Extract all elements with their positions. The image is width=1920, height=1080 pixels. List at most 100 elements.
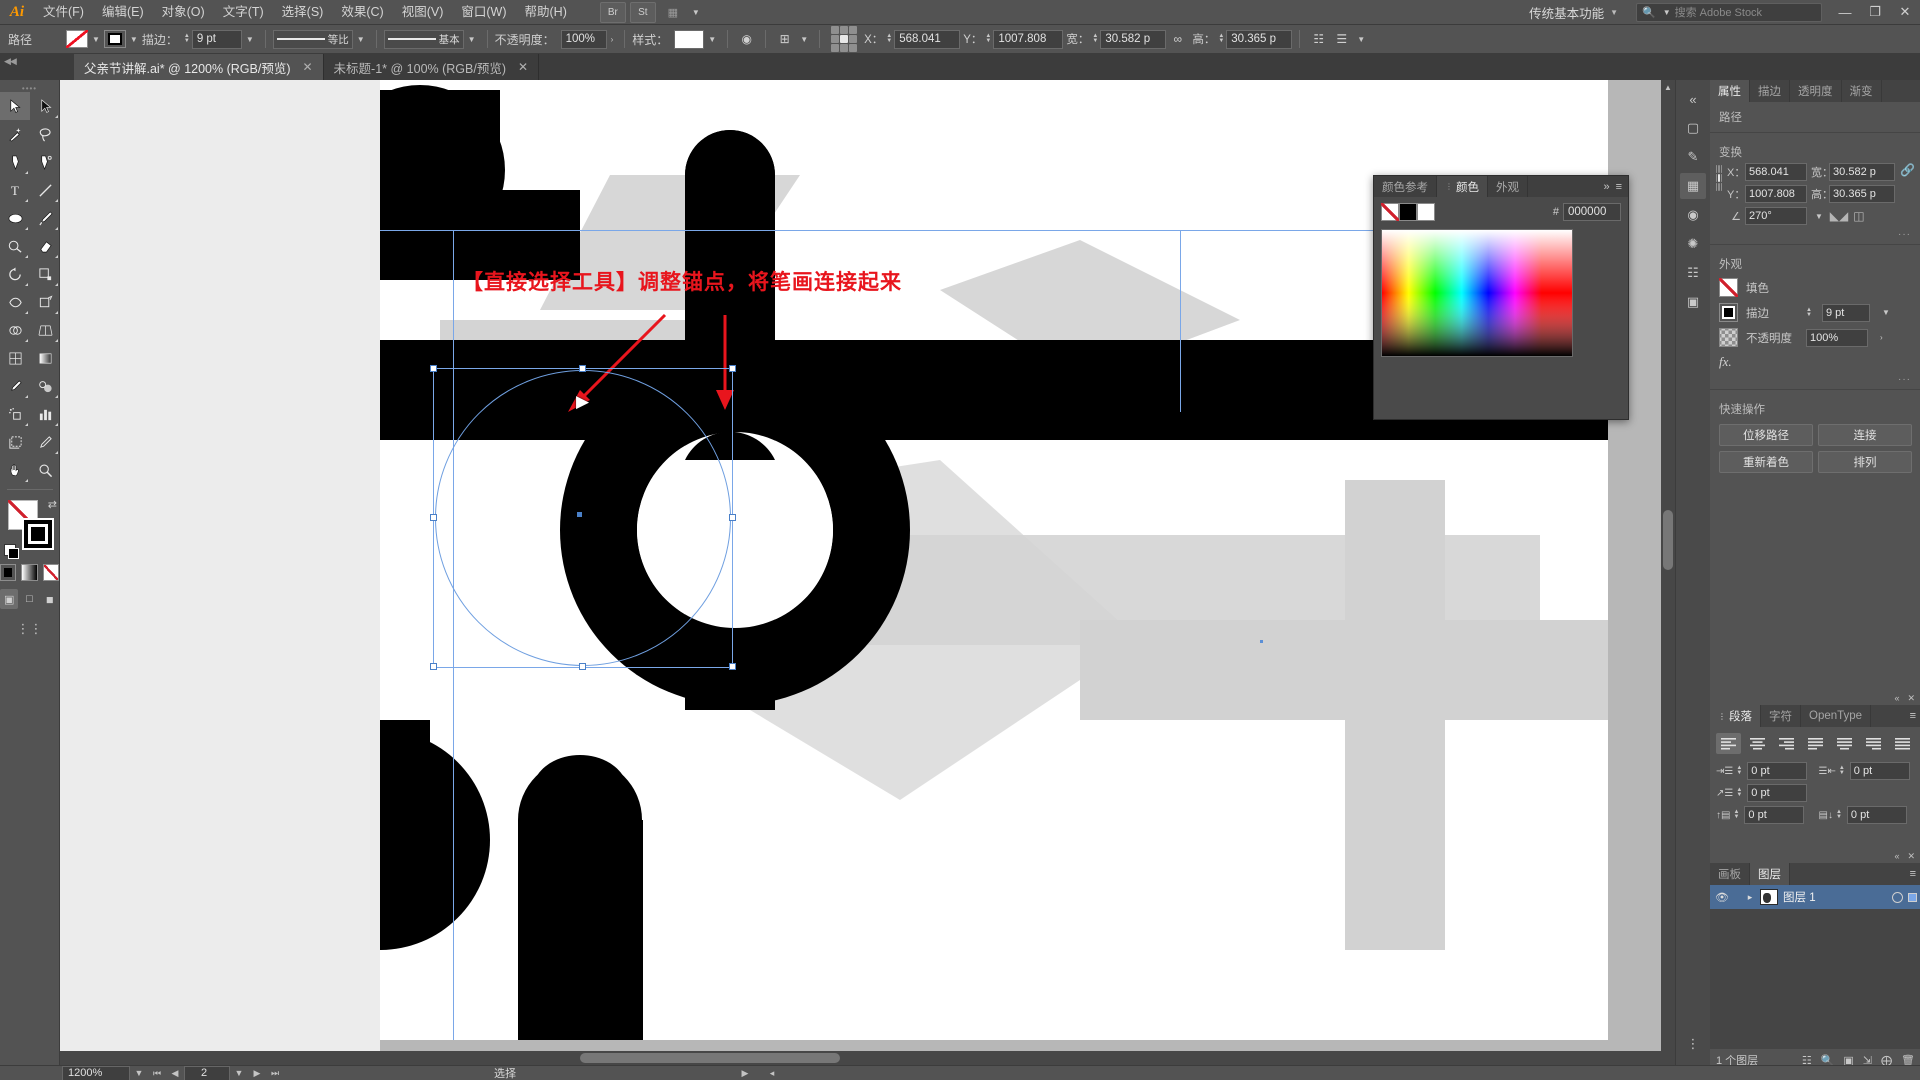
fill-swatch-button[interactable] [1719,278,1738,297]
selection-handle-ml[interactable] [430,514,437,521]
tab-character[interactable]: 字符 [1761,705,1801,727]
workspace-caret-icon[interactable]: ▼ [1610,8,1628,17]
selection-handle-bc[interactable] [579,663,586,670]
opacity-caret-icon[interactable]: › [1880,333,1883,342]
close-icon[interactable]: ✕ [302,60,312,74]
menu-window[interactable]: 窗口(W) [452,0,515,25]
brush-definition-caret-icon[interactable]: ▼ [468,35,476,44]
justify-last-right-icon[interactable] [1861,733,1886,754]
selection-tool[interactable] [0,92,30,120]
y-field[interactable]: 1007.808 [993,29,1064,49]
opacity-field[interactable]: 100% [560,29,607,49]
last-page-icon[interactable]: ⏭ [266,1068,284,1079]
indent-first-line-field[interactable]: 0 pt [1747,784,1808,802]
rotate-tool[interactable] [0,260,30,288]
angle-caret-icon[interactable]: ▼ [1815,212,1823,221]
indent-right-stepper[interactable]: ▲ ▼ [1839,765,1845,776]
selection-handle-tr[interactable] [729,365,736,372]
selection-indicator-icon[interactable] [1908,892,1917,902]
curvature-tool[interactable] [30,148,60,176]
first-page-icon[interactable]: ⏮ [148,1068,166,1079]
tab-color[interactable]: ⋮ 颜色 [1437,176,1488,197]
recolor-artwork-icon[interactable]: ◉ [735,29,758,50]
stock-icon[interactable]: St [629,1,656,23]
selection-handle-tc[interactable] [579,365,586,372]
color-mode-color-icon[interactable] [0,564,17,581]
column-graph-tool[interactable] [30,400,60,428]
tab-stroke[interactable]: 描边 [1750,80,1790,102]
transform-handles-icon[interactable]: ⊞ [773,29,796,50]
constrain-proportions-icon[interactable]: ∞ [1166,29,1189,50]
width-tool[interactable] [0,288,30,316]
paragraph-panel-menu-icon[interactable]: ≡ [1910,705,1920,727]
window-close-button[interactable]: ✕ [1890,0,1920,25]
transform-caret-icon[interactable]: ▼ [800,35,808,44]
space-before-field[interactable]: 0 pt [1744,806,1805,824]
chevron-right-icon[interactable]: ▸ [1745,892,1755,903]
eye-icon[interactable]: 👁 [1714,891,1730,904]
stroke-weight-field[interactable]: 9 pt [191,29,242,49]
indent-left-stepper[interactable]: ▲ ▼ [1736,765,1742,776]
gradient-tool[interactable] [30,344,60,372]
justify-last-left-icon[interactable] [1803,733,1828,754]
edit-toolbar-icon[interactable]: ⋮⋮ [0,621,59,637]
status-resize-icon[interactable]: ◂ [763,1068,781,1079]
menu-help[interactable]: 帮助(H) [516,0,576,25]
x-field[interactable]: 568.041 [894,29,961,49]
style-swatch[interactable] [674,29,705,49]
hex-value-field[interactable]: 000000 [1563,203,1621,221]
arrange-documents-caret-icon[interactable]: ▼ [692,8,700,17]
align-objects-icon[interactable]: ☷ [1307,29,1330,50]
height-stepper[interactable]: ▲ ▼ [1218,33,1224,44]
color-mode-gradient-icon[interactable] [21,564,38,581]
screen-mode-fullscreen-menu-icon[interactable]: □ [20,589,38,609]
reference-point-selector[interactable] [1716,165,1723,191]
color-white-swatch[interactable] [1417,203,1435,221]
type-tool[interactable]: T [0,176,30,204]
close-icon[interactable]: ✕ [1907,851,1915,862]
stroke-weight-caret-icon[interactable]: ▼ [246,35,254,44]
distribute-objects-icon[interactable]: ☰ [1330,29,1353,50]
space-before-stepper[interactable]: ▲ ▼ [1733,809,1739,820]
artboard-tool[interactable] [0,428,30,456]
dock-more-icon[interactable]: ⋮ [1680,1031,1706,1057]
menu-object[interactable]: 对象(O) [153,0,214,25]
align-right-icon[interactable] [1774,733,1799,754]
appearance-more-options-icon[interactable]: ··· [1710,374,1920,385]
opacity-caret-icon[interactable]: › [611,35,614,44]
default-fill-stroke-icon[interactable] [4,544,19,559]
color-spectrum-picker[interactable] [1381,229,1573,357]
paintbrush-tool[interactable] [30,204,60,232]
workspace-switcher[interactable]: 传统基本功能 [1523,3,1610,22]
indent-right-field[interactable]: 0 pt [1849,762,1910,780]
stock-search-input[interactable]: 🔍 ▼ 搜索 Adobe Stock [1636,2,1822,22]
tab-properties[interactable]: 属性 [1710,80,1750,102]
swap-fill-stroke-icon[interactable]: ⇄ [48,498,57,511]
menu-view[interactable]: 视图(V) [393,0,453,25]
fill-swatch-button[interactable] [66,30,88,48]
tab-layers[interactable]: 图层 [1750,863,1790,885]
pathfinder-icon[interactable]: ▣ [1680,289,1706,315]
artboard-number-field[interactable]: 2 [184,1065,230,1080]
brushes-icon[interactable]: ✎ [1680,144,1706,170]
transform-more-options-icon[interactable]: ··· [1710,229,1920,240]
selection-handle-bl[interactable] [430,663,437,670]
vertical-scroll-thumb[interactable] [1663,510,1673,570]
indent-left-field[interactable]: 0 pt [1747,762,1808,780]
selection-handle-br[interactable] [729,663,736,670]
recolor-button[interactable]: 重新着色 [1719,451,1813,473]
lasso-tool[interactable] [30,120,60,148]
arrange-button[interactable]: 排列 [1818,451,1912,473]
stroke-swatch-button[interactable] [103,30,126,48]
close-icon[interactable]: ✕ [518,60,528,74]
line-segment-tool[interactable] [30,176,60,204]
ellipse-tool[interactable] [0,204,30,232]
eyedropper-tool[interactable] [0,372,30,400]
layers-panel-menu-icon[interactable]: ≡ [1910,863,1920,885]
close-icon[interactable]: ✕ [1907,693,1915,704]
y-stepper[interactable]: ▲ ▼ [985,33,991,44]
tabbar-grip[interactable]: ◀◀ [0,54,74,80]
stroke-profile-preview[interactable]: 等比 [272,29,353,49]
next-page-icon[interactable]: ▶ [248,1068,266,1079]
free-transform-tool[interactable] [30,288,60,316]
